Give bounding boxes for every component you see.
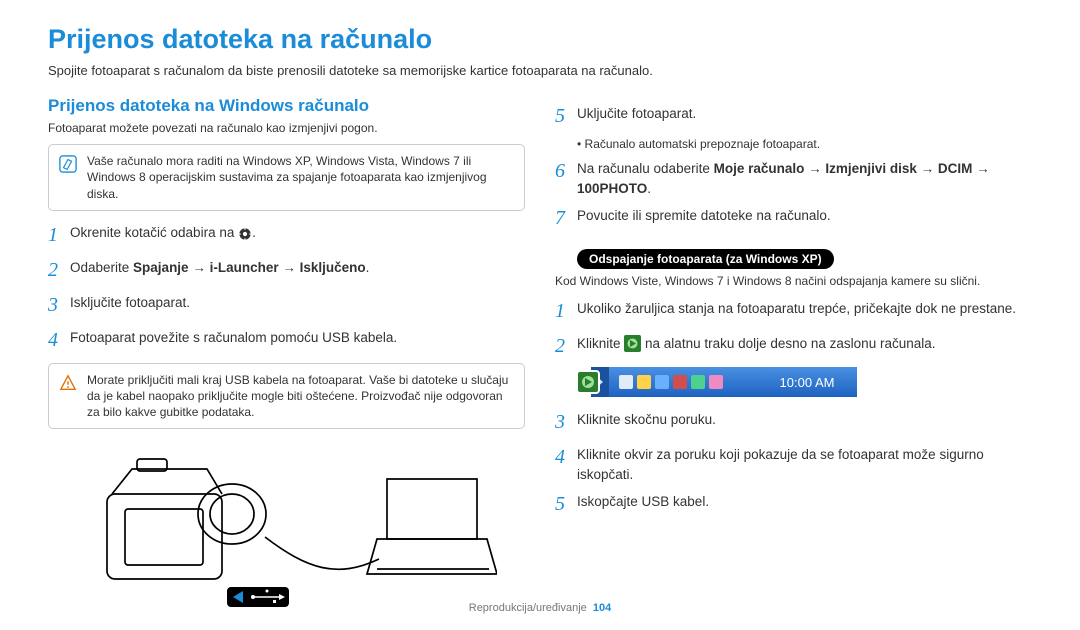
warning-note-text: Morate priključiti mali kraj USB kabela … (87, 372, 514, 421)
section-subtitle: Fotoaparat možete povezati na računalo k… (48, 120, 525, 136)
step-number: 4 (48, 326, 70, 355)
badge-subtitle: Kod Windows Viste, Windows 7 i Windows 8… (555, 273, 1032, 289)
step-number: 7 (555, 204, 577, 233)
b-step-2-text: Kliknite na alatnu traku dolje desno na … (577, 332, 1032, 358)
info-note: Vaše računalo mora raditi na Windows XP,… (48, 144, 525, 211)
step-number: 5 (555, 102, 577, 131)
step-number: 2 (555, 332, 577, 361)
page-title: Prijenos datoteka na računalo (48, 24, 1032, 55)
left-column: Prijenos datoteka na Windows računalo Fo… (48, 96, 525, 609)
warning-note: Morate priključiti mali kraj USB kabela … (48, 363, 525, 430)
step-2-text: Odaberite Spajanje → i-Launcher → Isklju… (70, 256, 525, 278)
step-5-sub: Računalo automatski prepoznaje fotoapara… (577, 137, 1032, 151)
gear-icon (238, 227, 252, 247)
step-number: 3 (555, 408, 577, 437)
eject-tray-icon (624, 335, 641, 358)
info-note-text: Vaše računalo mora raditi na Windows XP,… (87, 153, 514, 202)
step-number: 3 (48, 291, 70, 320)
warning-icon (59, 374, 77, 392)
taskbar-time: 10:00 AM (780, 375, 835, 390)
step-7-text: Povucite ili spremite datoteke na računa… (577, 204, 1032, 226)
b-step-3-text: Kliknite skočnu poruku. (577, 408, 1032, 430)
usb-connection-diagram (48, 439, 525, 609)
page-footer: Reprodukcija/uređivanje 104 (0, 602, 1080, 614)
step-4-text: Fotoaparat povežite s računalom pomoću U… (70, 326, 525, 348)
step-number: 5 (555, 490, 577, 519)
step-number: 2 (48, 256, 70, 285)
b-step-5-text: Iskopčajte USB kabel. (577, 490, 1032, 512)
step-5-text: Uključite fotoaparat. (577, 102, 1032, 124)
step-number: 6 (555, 157, 577, 186)
step-number: 1 (555, 297, 577, 326)
note-icon (59, 155, 77, 173)
step-number: 4 (555, 443, 577, 472)
step-1-text: Okrenite kotačić odabira na . (70, 221, 525, 247)
step-number: 1 (48, 221, 70, 250)
step-6-text: Na računalu odaberite Moje računalo → Iz… (577, 157, 1032, 198)
intro-text: Spojite fotoaparat s računalom da biste … (48, 63, 1032, 78)
right-column: 5 Uključite fotoaparat. Računalo automat… (555, 96, 1032, 609)
b-step-1-text: Ukoliko žaruljica stanja na fotoaparatu … (577, 297, 1032, 319)
b-step-4-text: Kliknite okvir za poruku koji pokazuje d… (577, 443, 1032, 484)
step-3-text: Isključite fotoaparat. (70, 291, 525, 313)
section-title: Prijenos datoteka na Windows računalo (48, 96, 525, 116)
taskbar-illustration: 10:00 AM (577, 367, 1032, 402)
disconnect-badge: Odspajanje fotoaparata (za Windows XP) (577, 249, 834, 269)
